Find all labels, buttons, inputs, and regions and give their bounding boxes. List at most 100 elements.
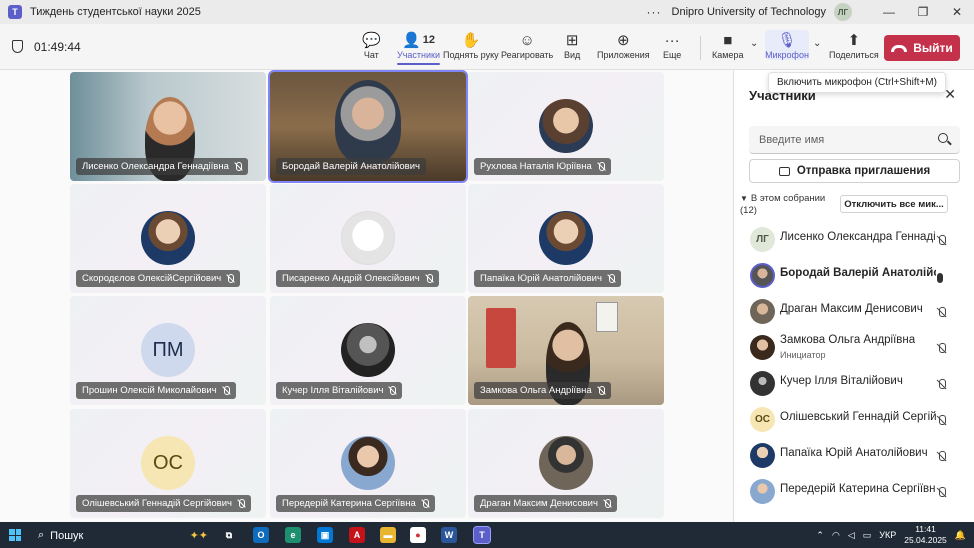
video-tile[interactable]: Писаренко Андрій Олексійович — [270, 184, 466, 293]
mic-on-icon — [937, 273, 943, 283]
react-button[interactable]: ☺ Реагировать — [501, 30, 553, 61]
os-taskbar: ⌕ Пошук ✦✦ ⧉ O e ▣ A ▬ ● W T ⌃ ◠ ◁ ▭ УКР… — [0, 522, 974, 548]
window-title: Тиждень студентської науки 2025 — [30, 6, 201, 18]
tile-name-badge: Передерій Катерина Сергіївна — [276, 495, 435, 512]
org-name[interactable]: Dnipro University of Technology — [672, 6, 826, 18]
video-tile[interactable]: ПМ Прошин Олексій Миколайович — [70, 296, 266, 405]
microphone-button[interactable]: 🎙 Микрофон — [765, 30, 809, 60]
section-count: (12) — [740, 205, 757, 216]
mic-off-icon — [597, 161, 605, 172]
more-button[interactable]: ··· Еще — [663, 30, 681, 61]
leave-button[interactable]: Выйти — [884, 35, 960, 61]
share-label: Поделиться — [829, 50, 879, 60]
mic-off-icon — [937, 307, 946, 319]
battery-icon[interactable]: ▭ — [863, 530, 872, 541]
share-tray-icon: ⬆ — [847, 32, 861, 49]
notification-bell-icon[interactable]: 🔔 — [955, 530, 966, 541]
participant-avatar — [141, 211, 195, 265]
camera-button[interactable]: ■ Камера — [712, 30, 744, 61]
video-tile[interactable]: Рухлова Наталія Юріївна — [468, 72, 664, 181]
restore-icon[interactable]: ❐ — [906, 5, 940, 19]
participant-search-input[interactable] — [749, 126, 960, 154]
participant-avatar — [750, 263, 775, 288]
view-button[interactable]: ⊞ Вид — [564, 30, 580, 60]
participant-initials-avatar: ЛГ — [750, 227, 775, 252]
minimize-icon[interactable]: — — [872, 5, 906, 19]
store-icon[interactable]: ▣ — [317, 527, 333, 543]
participants-button[interactable]: 👤 12 Участники — [397, 30, 440, 65]
edge-icon[interactable]: e — [285, 527, 301, 543]
mic-off-icon — [597, 385, 605, 396]
close-window-icon[interactable]: ✕ — [940, 5, 974, 19]
wifi-icon[interactable]: ◠ — [832, 530, 840, 541]
participant-row[interactable]: Замкова Ольга Андріївна Инициатор — [734, 330, 974, 366]
tile-name: Замкова Ольга Андріївна — [480, 385, 592, 396]
active-tab-indicator — [397, 63, 440, 65]
toolbar-divider — [700, 36, 701, 60]
taskbar-search-label: Пошук — [50, 529, 84, 542]
mic-off-icon — [937, 451, 946, 463]
file-explorer-icon[interactable]: ▬ — [380, 527, 396, 543]
participant-row[interactable]: Папаїка Юрій Анатолійович — [734, 438, 974, 474]
video-tile-active-speaker[interactable]: Бородай Валерій Анатолійович — [268, 70, 468, 183]
participant-row[interactable]: ЛГ Лисенко Олександра Геннаді... — [734, 222, 974, 258]
participant-row[interactable]: Передерій Катерина Сергіївна — [734, 474, 974, 510]
participant-avatar — [341, 436, 395, 490]
participant-avatar — [341, 211, 395, 265]
video-tile[interactable]: Драган Максим Денисович — [468, 409, 664, 518]
send-invite-button[interactable]: Отправка приглашения — [749, 159, 960, 183]
participant-avatar — [539, 436, 593, 490]
video-tile[interactable]: Передерій Катерина Сергіївна — [270, 409, 466, 518]
windows-start-icon[interactable] — [9, 529, 21, 541]
video-tile[interactable]: ОС Олішевський Геннадій Сергійович — [70, 409, 266, 518]
apps-button[interactable]: ⊕ Приложения — [597, 30, 650, 60]
people-icon: 👤 12 — [402, 32, 435, 49]
video-tile[interactable]: Папаїка Юрій Анатолійович — [468, 184, 664, 293]
participant-row[interactable]: Драган Максим Денисович — [734, 294, 974, 330]
chrome-icon[interactable]: ● — [410, 527, 426, 543]
chat-icon: 💬 — [362, 32, 381, 49]
mute-all-button[interactable]: Отключить все мик... — [840, 195, 948, 213]
participant-row[interactable]: Бородай Валерій Анатолійо... — [734, 258, 974, 294]
tile-name: Кучер Ілля Віталійович — [282, 385, 384, 396]
close-panel-icon[interactable]: ✕ — [944, 86, 956, 103]
clock[interactable]: 11:41 25.04.2025 — [904, 524, 947, 546]
tile-name: Олішевський Геннадій Сергійович — [82, 498, 232, 509]
microphone-label: Микрофон — [765, 50, 809, 60]
chat-button[interactable]: 💬 Чат — [362, 30, 381, 60]
volume-icon[interactable]: ◁ — [848, 530, 855, 541]
participant-row[interactable]: ОС Олішевський Геннадій Сергій... — [734, 402, 974, 438]
video-tile[interactable]: Лисенко Олександра Геннадіївна — [70, 72, 266, 181]
acrobat-icon[interactable]: A — [349, 527, 365, 543]
mic-off-icon — [937, 415, 946, 427]
task-view-icon[interactable]: ⧉ — [221, 527, 237, 543]
participant-name: Замкова Ольга Андріївна — [780, 334, 916, 346]
video-tile[interactable]: Замкова Ольга Андріївна — [468, 296, 664, 405]
raise-hand-button[interactable]: ✋ Поднять руку — [443, 30, 499, 60]
meeting-toolbar: 01:49:44 💬 Чат 👤 12 Участники ✋ Поднять р… — [0, 24, 974, 70]
camera-options-chevron-icon[interactable]: ⌄ — [750, 38, 758, 49]
video-tile[interactable]: Скородєлов ОлексійСергійович — [70, 184, 266, 293]
participant-avatar — [750, 479, 775, 504]
tile-name-badge: Лисенко Олександра Геннадіївна — [76, 158, 248, 175]
more-options-icon[interactable]: ··· — [647, 5, 662, 19]
tray-chevron-icon[interactable]: ⌃ — [816, 530, 824, 541]
taskbar-search[interactable]: ⌕ Пошук ✦✦ — [38, 527, 208, 544]
smiley-icon: ☺ — [519, 31, 535, 49]
video-tile[interactable]: Кучер Ілля Віталійович — [270, 296, 466, 405]
share-button[interactable]: ⬆ Поделиться — [829, 30, 879, 60]
tile-name-badge: Бородай Валерій Анатолійович — [276, 158, 426, 175]
hand-icon: ✋ — [461, 32, 481, 49]
camera-label: Камера — [712, 50, 744, 60]
in-meeting-section-header[interactable]: ▼ В этом собрании (12) — [740, 193, 825, 217]
mic-off-icon — [421, 498, 429, 509]
teams-taskbar-icon[interactable]: T — [473, 526, 491, 544]
outlook-icon[interactable]: O — [253, 527, 269, 543]
user-avatar[interactable]: ЛГ — [834, 3, 852, 21]
word-icon[interactable]: W — [441, 527, 457, 543]
participant-row[interactable]: Кучер Ілля Віталійович — [734, 366, 974, 402]
teams-logo-icon: T — [8, 5, 22, 19]
mic-options-chevron-icon[interactable]: ⌄ — [813, 38, 821, 49]
language-indicator[interactable]: УКР — [879, 530, 896, 540]
mic-off-icon — [603, 498, 611, 509]
